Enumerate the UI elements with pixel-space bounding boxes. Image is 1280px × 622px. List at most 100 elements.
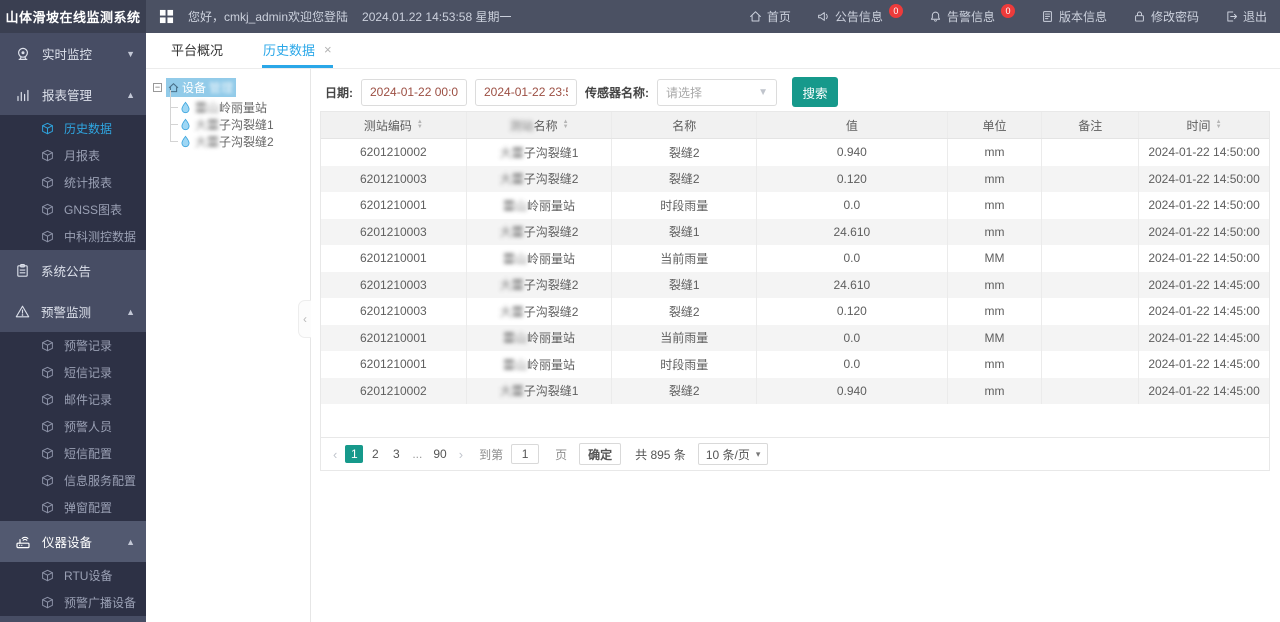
cell-time: 2024-01-22 14:45:00 [1148, 383, 1260, 398]
tree-root[interactable]: − 设备 管理 [153, 78, 310, 97]
cell-station-code: 6201210003 [321, 165, 467, 192]
sidebar-subitem-monthly-report[interactable]: 月报表 [0, 142, 146, 169]
notice-icon [15, 263, 30, 278]
cell-unit: mm [948, 298, 1043, 325]
sidebar-subitem-label: GNSS图表 [64, 203, 123, 217]
date-to-input[interactable] [475, 78, 577, 106]
cell-sensor-name: 裂缝2 [612, 139, 758, 166]
page-size-select[interactable]: 10 条/页 ▾ [697, 443, 769, 465]
close-tab-icon[interactable]: × [324, 42, 332, 57]
top-header: 山体滑坡在线监测系统 您好，cmkj_admin欢迎您登陆 2024.01.22… [0, 0, 1280, 33]
header-nav-alerts[interactable]: 告警信息 0 [916, 0, 1028, 33]
tree-node[interactable]: 大〓子沟裂缝1 [166, 107, 310, 133]
lock-icon [1133, 10, 1146, 23]
tree-node[interactable]: 大〓子沟裂缝2 [166, 124, 310, 150]
tree-collapse-icon[interactable]: − [153, 83, 162, 92]
sidebar-item-report-mgmt[interactable]: 报表管理 ▲ [0, 74, 146, 115]
cell-sensor-name: 裂缝1 [612, 271, 758, 298]
tab-platform-overview[interactable]: 平台概况 [170, 33, 224, 68]
table-row: 6201210003 大〓 子沟裂缝2 裂缝1 24.610 mm 2024-01-22 1… [321, 271, 1269, 298]
header-nav-home[interactable]: 首页 [736, 0, 804, 33]
column-header-0[interactable]: 测站编码 ▲ ▼ [321, 112, 467, 138]
sidebar-subitem-email-records[interactable]: 邮件记录 [0, 386, 146, 413]
tree-node[interactable]: 〓山岭丽量站 [166, 90, 310, 116]
cube-icon [41, 596, 54, 609]
sidebar-subitem-rtu-devices[interactable]: RTU设备 [0, 562, 146, 589]
sidebar-item-realtime-monitor[interactable]: 实时监控 ▼ [0, 33, 146, 74]
header-nav-announcements[interactable]: 公告信息 0 [804, 0, 916, 33]
page-button-1[interactable]: 1 [345, 445, 364, 463]
tree-node-label: 大〓子沟裂缝2 [195, 133, 274, 150]
sidebar-item-label: 报表管理 [42, 89, 93, 103]
cell-station-code: 6201210001 [321, 192, 467, 219]
cube-icon [41, 447, 54, 460]
page-button-90[interactable]: 90 [429, 445, 450, 463]
sidebar-item-warning-monitor[interactable]: 预警监测 ▲ [0, 291, 146, 332]
sidebar-subitem-zhongke-data[interactable]: 中科测控数据 [0, 223, 146, 250]
cell-unit: MM [948, 324, 1043, 351]
tab-history-data[interactable]: 历史数据 × [262, 33, 333, 68]
sidebar-item-label: 系统公告 [41, 265, 92, 279]
column-header-6[interactable]: 时间 ▲ ▼ [1139, 112, 1269, 138]
warning-icon [15, 304, 30, 319]
column-header-1[interactable]: 测站 名称 ▲ ▼ [467, 112, 613, 138]
table-spacer [321, 404, 1269, 437]
chevron-down-icon: ▼ [758, 86, 768, 98]
page-button-2[interactable]: 2 [366, 445, 384, 463]
page-button-3[interactable]: 3 [387, 445, 405, 463]
next-page-icon[interactable]: › [455, 447, 467, 462]
header-nav-version[interactable]: 版本信息 [1028, 0, 1120, 33]
sidebar-subitem-warning-records[interactable]: 预警记录 [0, 332, 146, 359]
sidebar-item-instruments[interactable]: 仪器设备 ▲ [0, 521, 146, 562]
sensor-select[interactable]: 请选择 ▼ [657, 78, 777, 106]
sidebar-subitem-info-service-config[interactable]: 信息服务配置 [0, 467, 146, 494]
camera-icon [15, 46, 31, 62]
cell-station-name: 〓山 岭丽量站 [467, 351, 613, 378]
app-title: 山体滑坡在线监测系统 [0, 0, 146, 33]
sidebar-subitem-gnss-chart[interactable]: GNSS图表 [0, 196, 146, 223]
station-name-text: 子沟裂缝2 [523, 304, 579, 319]
sort-icon[interactable]: ▲ ▼ [417, 119, 423, 130]
sidebar-subitem-sms-records[interactable]: 短信记录 [0, 359, 146, 386]
sort-icon[interactable]: ▲ ▼ [563, 119, 569, 130]
sidebar-item-system-notice[interactable]: 系统公告 [0, 250, 146, 291]
cell-station-code: 6201210003 [321, 271, 467, 298]
sidebar-subitem-sms-config[interactable]: 短信配置 [0, 440, 146, 467]
sidebar-subitem-label: 信息服务配置 [64, 474, 137, 488]
prev-page-icon[interactable]: ‹ [329, 447, 341, 462]
collapse-panel-handle[interactable]: ‹ [298, 300, 311, 338]
sidebar-subitem-popup-config[interactable]: 弹窗配置 [0, 494, 146, 521]
cell-station-name: 〓山 岭丽量站 [467, 192, 613, 219]
header-nav-logout[interactable]: 退出 [1212, 0, 1280, 33]
tree-root-label[interactable]: 设备 管理 [166, 78, 237, 97]
cell-value: 0.0 [757, 351, 948, 378]
sidebar-subitem-label: 月报表 [64, 149, 101, 163]
sidebar-subitem-stats-report[interactable]: 统计报表 [0, 169, 146, 196]
redacted-text: 〓山 [503, 331, 528, 346]
cell-sensor-name: 时段雨量 [612, 192, 758, 219]
grid-menu-icon[interactable] [159, 9, 174, 24]
cell-value: 0.940 [757, 377, 948, 404]
header-nav-password[interactable]: 修改密码 [1120, 0, 1212, 33]
logout-icon [1225, 10, 1238, 23]
cube-icon [41, 569, 54, 582]
sidebar-subitem-broadcast-devices[interactable]: 预警广播设备 [0, 589, 146, 616]
sidebar-subitem-warning-staff[interactable]: 预警人员 [0, 413, 146, 440]
cell-note [1042, 324, 1140, 351]
goto-page-input[interactable] [511, 444, 540, 464]
redacted-text: 大〓 [499, 384, 524, 399]
sidebar-subitem-label: 短信记录 [64, 366, 113, 380]
goto-page-suffix: 页 [555, 447, 568, 462]
cube-icon [41, 393, 54, 406]
confirm-page-button[interactable]: 确定 [579, 443, 622, 465]
redacted-text: 测站 [509, 118, 534, 133]
search-button[interactable]: 搜索 [792, 77, 838, 107]
redacted-text: 大〓 [499, 278, 524, 293]
header-nav-label: 告警信息 [946, 10, 995, 24]
table-body: 6201210002 大〓 子沟裂缝1 裂缝2 0.940 mm 2024-01-22 14… [321, 139, 1269, 404]
cell-note [1042, 218, 1140, 245]
sort-icon[interactable]: ▲ ▼ [1216, 119, 1222, 130]
sidebar-subitem-history-data[interactable]: 历史数据 [0, 115, 146, 142]
cell-station-name: 大〓 子沟裂缝2 [467, 165, 613, 192]
date-from-input[interactable] [361, 78, 467, 106]
